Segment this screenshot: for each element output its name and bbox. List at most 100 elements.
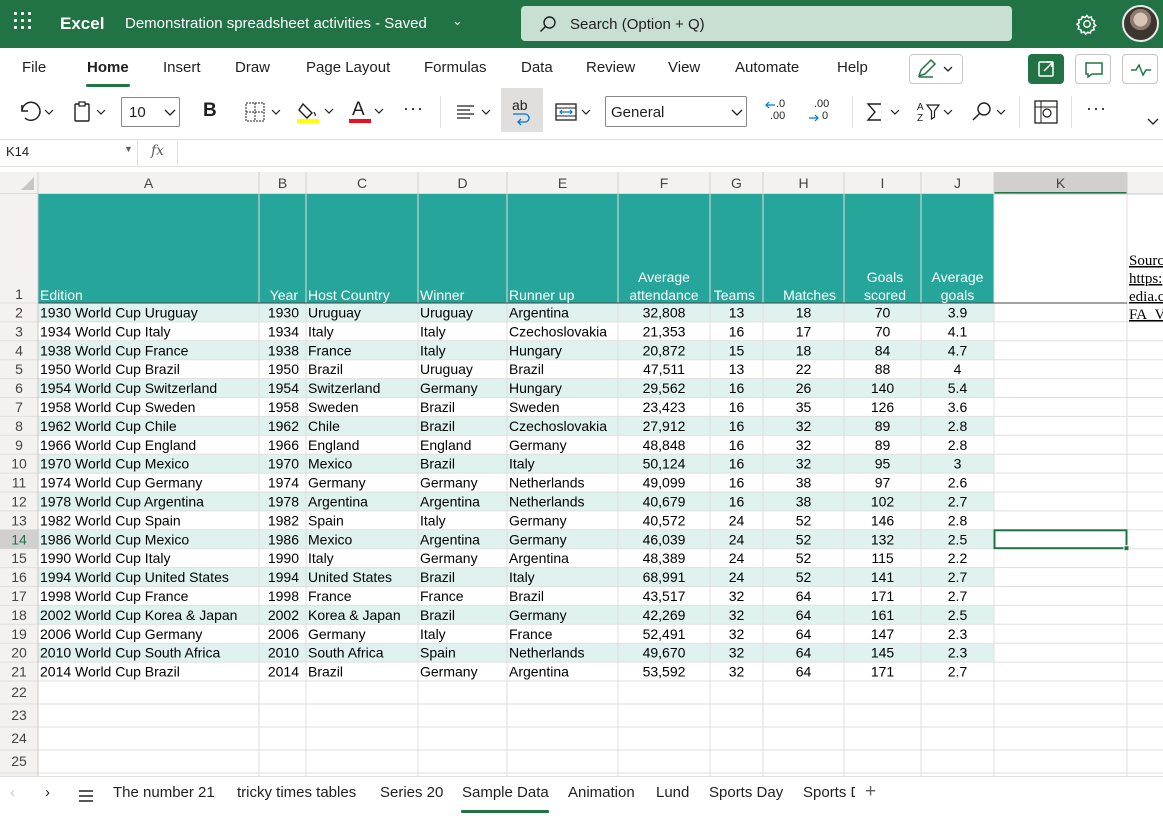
catch-up-button[interactable]	[1122, 54, 1158, 84]
table-cell: 141	[871, 569, 895, 585]
row-number: 10	[11, 456, 27, 472]
number-format-select[interactable]: General	[605, 96, 747, 127]
table-cell: 132	[871, 531, 895, 547]
more-options-icon[interactable]: ···	[1086, 98, 1107, 119]
add-sheet-button[interactable]: +	[865, 781, 876, 803]
table-cell: 13	[729, 305, 745, 321]
table-cell: 1954 World Cup Switzerland	[40, 380, 217, 396]
wrap-text-button[interactable]: ab	[501, 88, 543, 132]
table-cell: 2.7	[948, 569, 968, 585]
table-cell: Germany	[509, 437, 567, 453]
analyze-data-icon[interactable]	[1033, 99, 1059, 125]
spreadsheet-grid[interactable]: A B C D E F G H I J K12345678910111213141516171819…	[0, 172, 1163, 778]
row-number: 21	[11, 664, 27, 680]
menu-formulas[interactable]: Formulas	[424, 59, 487, 76]
paste-icon[interactable]	[70, 99, 110, 125]
arrow-left-icon	[765, 101, 775, 109]
number-format-value: General	[611, 104, 665, 121]
app-name[interactable]: Excel	[60, 14, 104, 34]
menu-draw[interactable]: Draw	[235, 59, 270, 76]
row-number: 20	[11, 645, 27, 661]
undo-icon[interactable]	[16, 99, 56, 125]
menu-review[interactable]: Review	[586, 59, 635, 76]
table-cell: 140	[871, 380, 895, 396]
menu-file[interactable]: File	[22, 59, 46, 76]
table-cell: Argentina	[509, 305, 569, 321]
name-box[interactable]: K14 ▼	[0, 139, 138, 166]
table-cell: 89	[875, 418, 891, 434]
increase-decimal-button[interactable]: .0 .00	[764, 98, 794, 126]
borders-icon[interactable]	[243, 99, 285, 125]
more-font-options-icon[interactable]: ···	[403, 98, 424, 119]
menu-bar: File Home Insert Draw Page Layout Formul…	[0, 48, 1163, 88]
scroll-right-icon[interactable]: ›	[45, 784, 50, 801]
menu-insert[interactable]: Insert	[163, 59, 201, 76]
table-cell: Korea & Japan	[308, 607, 401, 623]
table-cell: 32	[729, 664, 745, 680]
formula-input[interactable]	[177, 141, 1163, 165]
search-box[interactable]: Search (Option + Q)	[521, 6, 1012, 41]
menu-view[interactable]: View	[668, 59, 700, 76]
scroll-left-icon[interactable]: ‹	[10, 784, 15, 801]
sheet-tab[interactable]: Series 20	[380, 784, 443, 801]
avatar[interactable]	[1122, 5, 1159, 42]
sheet-tab[interactable]: Lund	[656, 784, 689, 801]
font-size-select[interactable]: 10	[121, 97, 180, 127]
align-icon[interactable]	[454, 99, 496, 125]
insert-function-button[interactable]: fx	[151, 143, 164, 159]
sheet-tab[interactable]: Sports Day	[709, 784, 783, 801]
gear-icon[interactable]	[1076, 13, 1098, 35]
table-cell: France	[509, 626, 553, 642]
menu-data[interactable]: Data	[521, 59, 553, 76]
table-cell: 3	[954, 456, 962, 472]
chevron-down-icon[interactable]	[372, 98, 388, 124]
table-cell: 2006 World Cup Germany	[40, 626, 202, 642]
font-color-button[interactable]: A	[352, 99, 365, 121]
column-header-a: A	[144, 175, 154, 191]
table-cell: 35	[796, 399, 812, 415]
table-cell: 2.2	[948, 550, 968, 566]
editing-mode-button[interactable]	[909, 54, 963, 84]
table-cell: 2.6	[948, 475, 968, 491]
menu-help[interactable]: Help	[837, 59, 868, 76]
sheet-tab[interactable]: Animation	[568, 784, 635, 801]
chevron-down-icon[interactable]: ⌄	[452, 13, 463, 29]
table-cell: 16	[729, 418, 745, 434]
find-icon[interactable]	[969, 99, 1011, 125]
source-link: Sourc	[1129, 253, 1163, 269]
table-cell: 32	[729, 607, 745, 623]
table-cell: 32	[729, 626, 745, 642]
autosum-icon[interactable]	[863, 99, 905, 125]
menu-home[interactable]: Home	[87, 59, 129, 76]
menu-automate[interactable]: Automate	[735, 59, 799, 76]
menu-page-layout[interactable]: Page Layout	[306, 59, 390, 76]
table-cell: 84	[875, 342, 891, 358]
wrap-arrow-icon	[513, 113, 530, 126]
fill-color-icon[interactable]	[295, 98, 337, 126]
expand-ribbon-icon[interactable]	[1146, 117, 1160, 127]
sheet-tab[interactable]: Sports D	[803, 784, 855, 801]
fill-handle[interactable]	[1123, 545, 1130, 552]
table-cell: 42,269	[643, 607, 686, 623]
column-header-h: H	[798, 175, 808, 191]
share-button[interactable]	[1028, 54, 1064, 84]
table-cell: Uruguay	[308, 305, 361, 321]
all-sheets-icon[interactable]	[78, 789, 94, 803]
header-cell: Year	[270, 287, 299, 303]
comments-button[interactable]	[1075, 54, 1111, 84]
sheet-tab[interactable]: The number 21	[113, 784, 215, 801]
table-cell: 1938	[268, 342, 299, 358]
selected-cell[interactable]	[993, 529, 1128, 550]
merge-cells-icon[interactable]	[553, 99, 595, 125]
table-cell: 1998 World Cup France	[40, 588, 189, 604]
sort-filter-icon[interactable]: A Z	[915, 99, 957, 125]
document-title[interactable]: Demonstration spreadsheet activities - S…	[125, 15, 427, 32]
app-launcher-icon[interactable]	[14, 12, 36, 34]
share-icon	[1038, 61, 1054, 77]
column-header-j: J	[954, 175, 961, 191]
sheet-tab[interactable]: tricky times tables	[237, 784, 356, 801]
bold-button[interactable]: B	[203, 100, 217, 122]
sheet-tab-active[interactable]: Sample Data	[462, 784, 549, 801]
decrease-decimal-button[interactable]: .00 0	[808, 98, 838, 126]
table-cell: 50,124	[643, 456, 686, 472]
